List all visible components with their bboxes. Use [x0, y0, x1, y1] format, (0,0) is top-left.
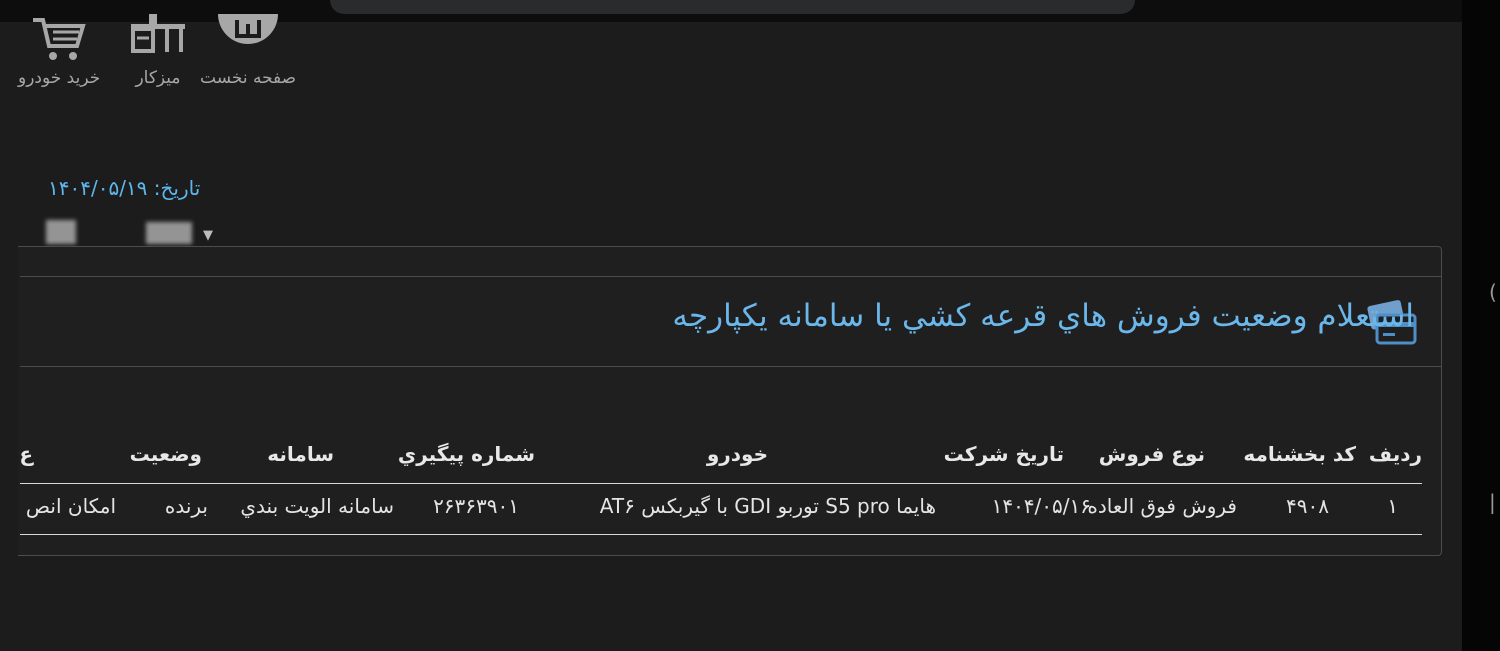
table-row-divider: [20, 534, 1422, 535]
table-header-divider: [20, 483, 1422, 484]
nav-desk-label: ميزكار: [135, 68, 181, 88]
cell-sale-type: فروش فوق العاده: [1087, 494, 1237, 518]
nav-home-label: صفحه نخست: [200, 68, 297, 88]
cart-icon: [33, 18, 86, 60]
window-edge: [1462, 0, 1500, 651]
sales-table: رديف کد بخشنامه نوع فروش تاريخ شركت خودر…: [20, 420, 1422, 540]
address-bar-pill[interactable]: [330, 0, 1135, 14]
column-header-extra: ع: [20, 442, 33, 466]
current-date: تاریخ: ۱۴۰۴/۰۵/۱۹: [48, 176, 201, 200]
home-icon: [218, 14, 279, 44]
column-header-registration-date: تاريخ شركت: [943, 442, 1064, 466]
column-header-row: رديف: [1368, 442, 1422, 466]
column-header-tracking-number: شماره پيگيري: [397, 442, 535, 466]
column-header-circular-code: کد بخشنامه: [1243, 442, 1356, 466]
cell-car: هايما S5 pro توربو GDI با گيربكس AT۶: [599, 494, 936, 518]
cell-tracking-number: ۲۶۳۶۳۹۰۱: [433, 494, 519, 518]
panel-divider: [20, 366, 1441, 367]
panel-divider: [20, 276, 1441, 277]
cell-system: سامانه الويت بندي: [240, 494, 394, 518]
nav-buy-car[interactable]: خريد خودرو: [18, 14, 100, 88]
edge-bar-icon: |: [1489, 490, 1496, 514]
page-title: استعلام وضعيت فروش هاي قرعه كشي يا سامان…: [672, 298, 1414, 334]
edge-bracket-icon: (: [1489, 280, 1497, 304]
column-header-sale-type: نوع فروش: [1098, 442, 1205, 466]
cell-registration-date: ۱۴۰۴/۰۵/۱۶: [991, 494, 1091, 518]
chevron-down-icon[interactable]: ▼: [203, 228, 213, 243]
desk-icon: [131, 14, 185, 53]
cell-extra[interactable]: امكان انص: [26, 494, 116, 518]
redacted-field: [46, 220, 76, 244]
nav-desk[interactable]: ميزكار: [127, 14, 189, 88]
cell-circular-code: ۴۹۰۸: [1286, 494, 1329, 518]
column-header-car: خودرو: [706, 442, 768, 466]
column-header-status: وضعيت: [129, 442, 202, 466]
nav-home[interactable]: صفحه نخست: [200, 14, 296, 88]
cell-row: ۱: [1387, 494, 1398, 518]
column-header-system: سامانه: [267, 442, 334, 466]
cell-status: برنده: [164, 494, 208, 518]
nav-buy-car-label: خريد خودرو: [18, 68, 101, 88]
redacted-field: [146, 222, 192, 244]
